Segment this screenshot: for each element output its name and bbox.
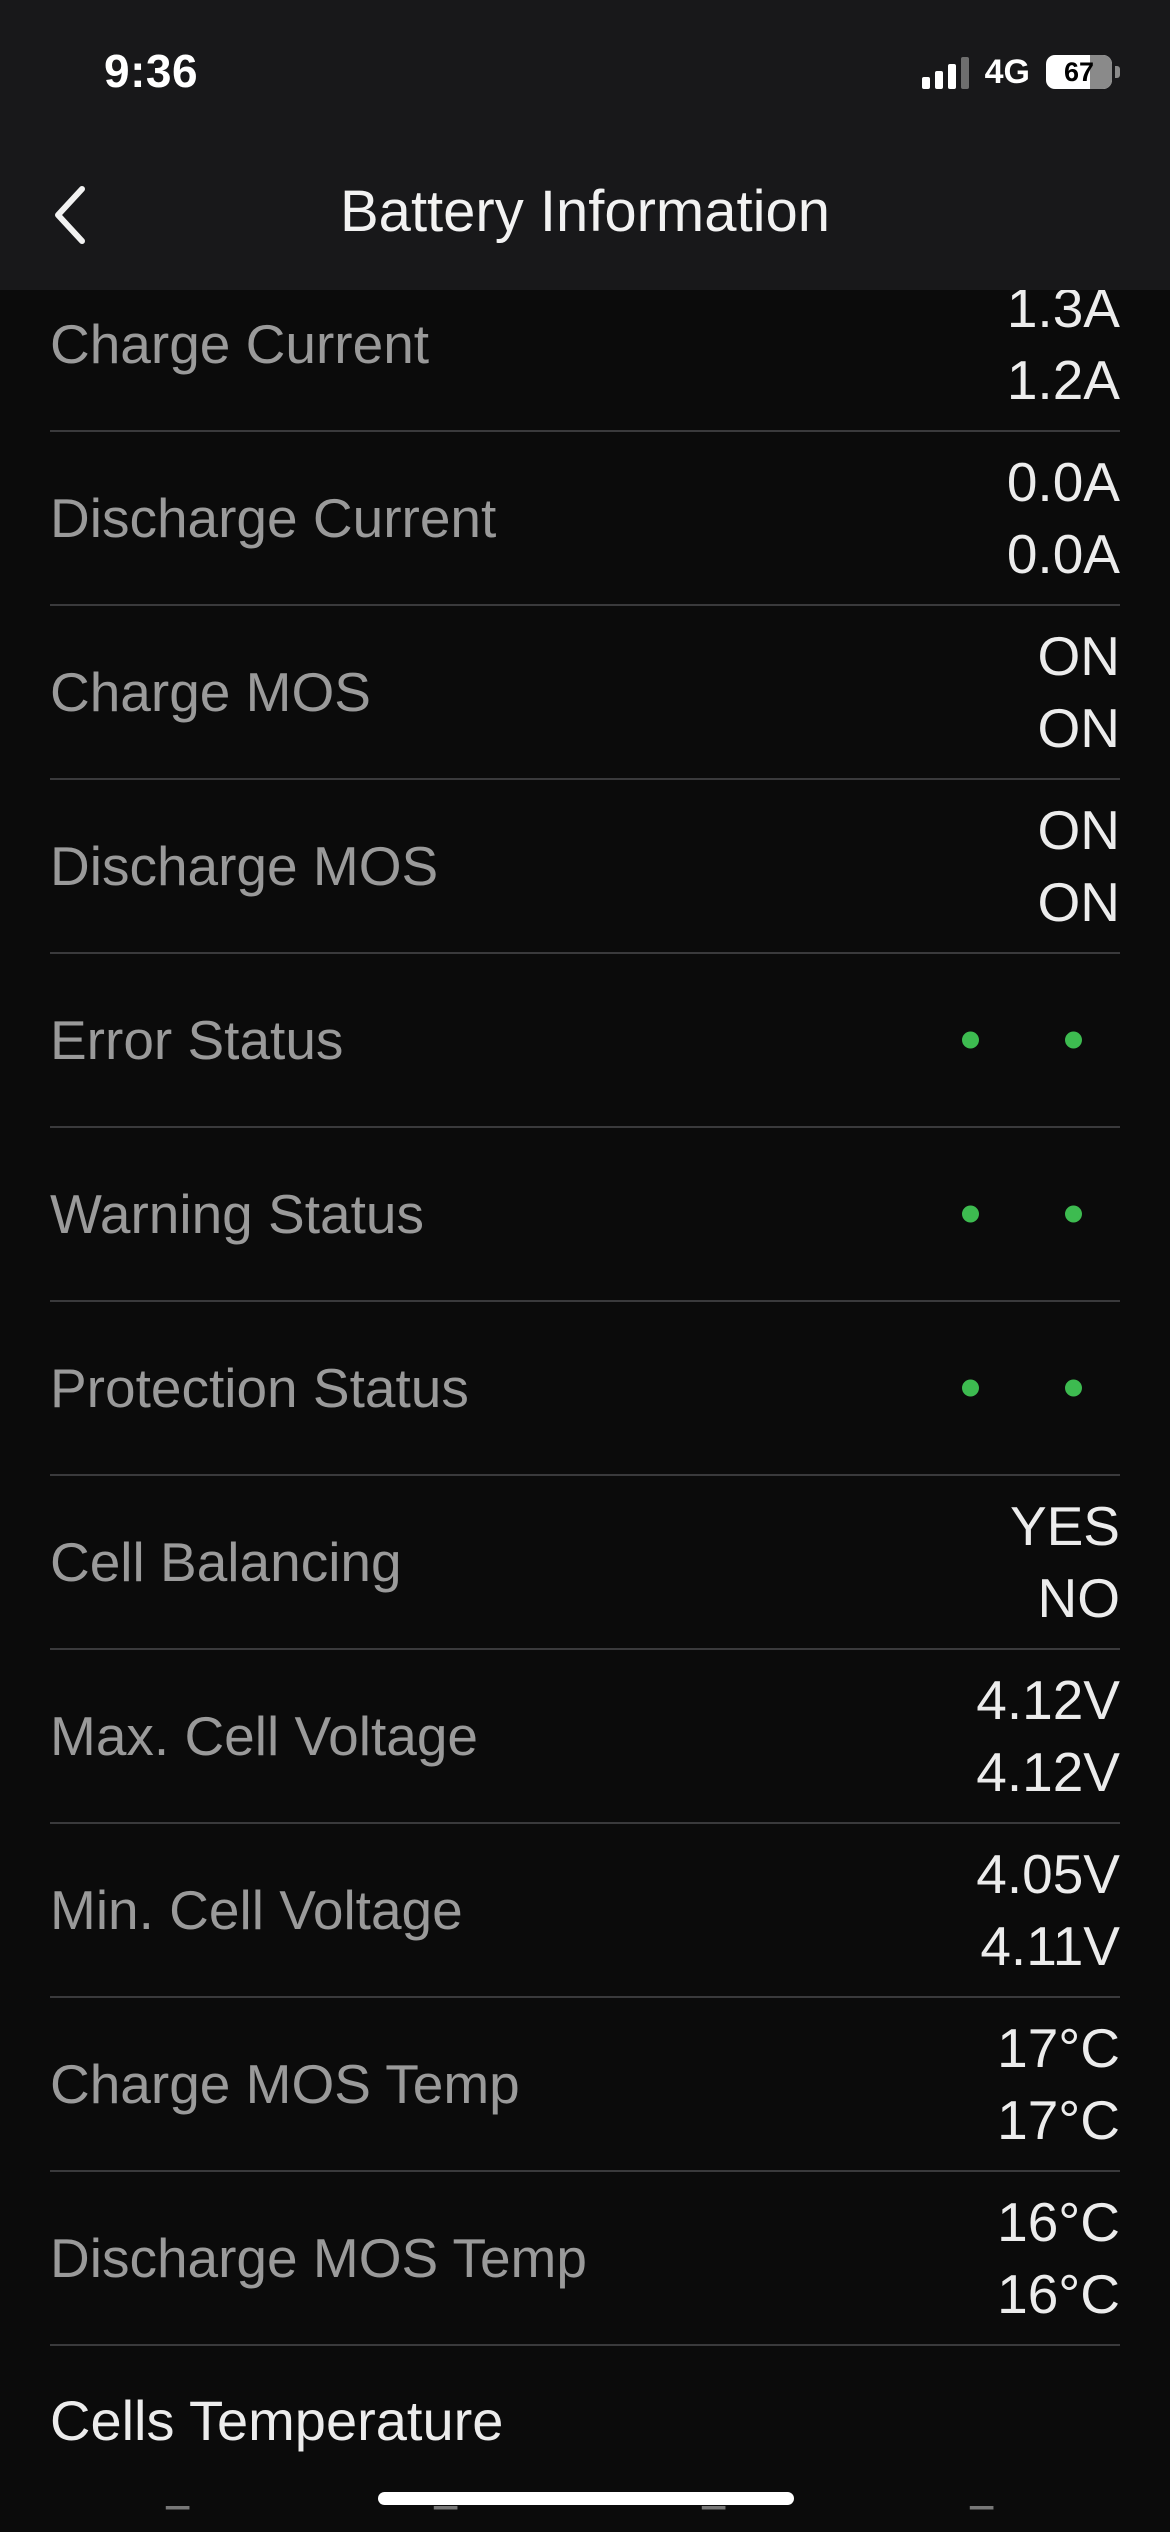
cell-column-head: ▔	[970, 2507, 994, 2532]
status-time: 9:36	[104, 45, 199, 97]
row-label: Error Status	[50, 1009, 344, 1071]
cell-column-head: ▔	[434, 2507, 458, 2532]
info-row: Discharge Current 0.0A 0.0A	[50, 432, 1120, 606]
battery-information-screen: 9:36 4G 67 Battery Information Charge Cu…	[0, 0, 1170, 2532]
page-title: Battery Information	[340, 179, 830, 244]
row-value: ON	[1037, 697, 1121, 759]
status-dot-icon	[962, 1031, 979, 1049]
info-row: Warning Status	[50, 1128, 1120, 1302]
row-label: Discharge MOS Temp	[50, 2227, 587, 2289]
row-value: 4.12V	[976, 1741, 1120, 1803]
row-values: 1.3A 1.2A	[1007, 272, 1120, 416]
battery-tip-icon	[1115, 66, 1120, 78]
info-row: Max. Cell Voltage 4.12V 4.12V	[50, 1650, 1120, 1824]
info-row: Protection Status	[50, 1302, 1120, 1476]
status-indicators	[962, 1031, 1082, 1049]
row-value: ON	[1037, 871, 1121, 933]
info-row: Charge MOS ON ON	[50, 606, 1120, 780]
row-value: 1.2A	[1006, 349, 1120, 411]
battery-icon: 67	[1046, 55, 1112, 89]
row-label: Max. Cell Voltage	[50, 1705, 478, 1767]
row-label: Charge MOS Temp	[50, 2053, 520, 2115]
cells-temperature-columns: ▔ ▔ ▔ ▔	[0, 2506, 1170, 2532]
cell-column-head: ▔	[702, 2507, 726, 2532]
row-value: 16°C	[997, 2263, 1120, 2325]
status-dot-icon	[962, 1205, 979, 1223]
info-row: Cell Balancing YES NO	[50, 1476, 1120, 1650]
info-row: Error Status	[50, 954, 1120, 1128]
info-row: Discharge MOS ON ON	[50, 780, 1120, 954]
info-row: Charge MOS Temp 17°C 17°C	[50, 1998, 1120, 2172]
network-type: 4G	[984, 52, 1030, 91]
row-values: ON ON	[1038, 794, 1121, 938]
row-value: 4.05V	[976, 1843, 1120, 1905]
cell-column-head: ▔	[166, 2507, 190, 2532]
row-values: 0.0A 0.0A	[1007, 446, 1120, 590]
status-dot-icon	[1065, 1379, 1082, 1397]
row-label: Discharge MOS	[50, 835, 439, 897]
row-label: Warning Status	[50, 1183, 424, 1245]
row-values: ON ON	[1038, 620, 1121, 764]
row-label: Cell Balancing	[50, 1531, 402, 1593]
status-indicators	[962, 1379, 1082, 1397]
row-values: YES NO	[1010, 1490, 1120, 1634]
header-bar: 9:36 4G 67 Battery Information	[0, 0, 1170, 290]
battery-level: 67	[1063, 56, 1095, 87]
home-indicator[interactable]	[378, 2492, 794, 2505]
info-row: Min. Cell Voltage 4.05V 4.11V	[50, 1824, 1120, 1998]
row-values: 4.05V 4.11V	[976, 1838, 1120, 1982]
battery-info-list: Charge Current 1.3A 1.2A Discharge Current 0…	[0, 258, 1170, 2346]
row-value: 0.0A	[1006, 451, 1120, 513]
status-indicators	[962, 1205, 1082, 1223]
info-row: Discharge MOS Temp 16°C 16°C	[50, 2172, 1120, 2346]
cellular-signal-icon	[921, 55, 969, 89]
row-value: YES	[1009, 1495, 1120, 1557]
status-dot-icon	[1065, 1205, 1082, 1223]
row-value: 0.0A	[1006, 523, 1120, 585]
status-dot-icon	[962, 1379, 979, 1397]
row-value: ON	[1037, 799, 1121, 861]
row-label: Protection Status	[50, 1357, 469, 1419]
row-values: 16°C 16°C	[997, 2186, 1120, 2330]
row-label: Discharge Current	[50, 487, 497, 549]
row-label: Charge Current	[50, 313, 430, 375]
cells-temperature-title: Cells Temperature	[50, 2389, 504, 2452]
row-value: 17°C	[997, 2017, 1120, 2079]
row-value: 4.12V	[976, 1669, 1120, 1731]
row-value: 16°C	[997, 2191, 1120, 2253]
status-dot-icon	[1065, 1031, 1082, 1049]
row-values: 17°C 17°C	[997, 2012, 1120, 2156]
row-value: ON	[1037, 625, 1121, 687]
row-label: Charge MOS	[50, 661, 371, 723]
status-indicators: 4G 67	[921, 52, 1120, 92]
row-label: Min. Cell Voltage	[50, 1879, 463, 1941]
row-value: 4.11V	[980, 1915, 1120, 1977]
row-value: NO	[1037, 1567, 1121, 1629]
row-values: 4.12V 4.12V	[976, 1664, 1120, 1808]
row-value: 17°C	[997, 2089, 1120, 2151]
